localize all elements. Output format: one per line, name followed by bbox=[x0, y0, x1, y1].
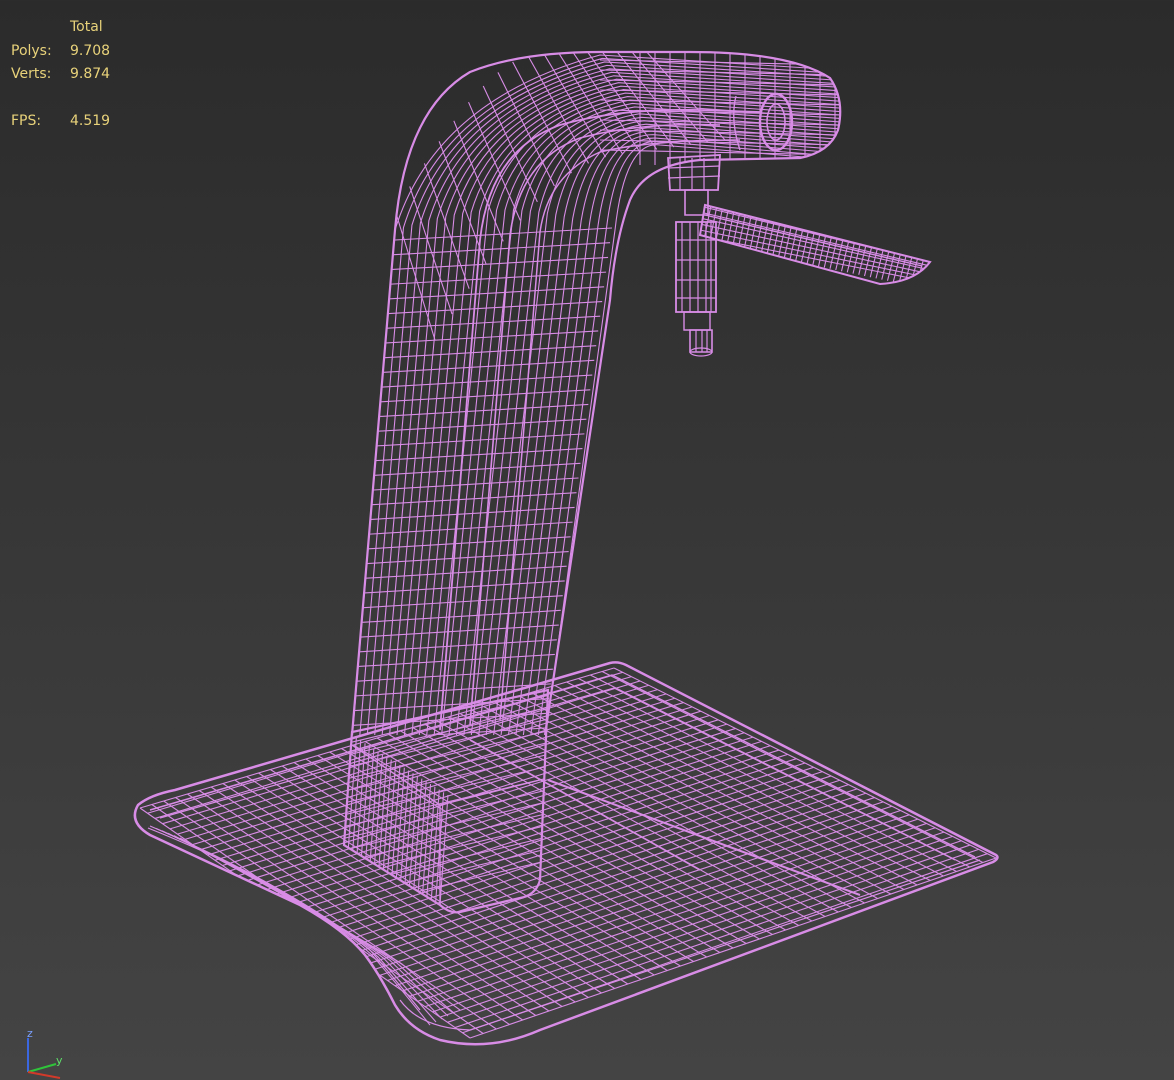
axis-x-line bbox=[27, 1071, 61, 1079]
column-mesh-line bbox=[470, 109, 841, 735]
base-mesh-line bbox=[518, 695, 892, 895]
column-mesh-line bbox=[455, 102, 841, 735]
fps-value: 4.519 bbox=[70, 113, 111, 129]
base-mesh-line bbox=[578, 678, 957, 872]
lever-handle-wireframe bbox=[698, 203, 932, 286]
polys-label: Polys: bbox=[11, 42, 52, 59]
axis-y-label: y bbox=[56, 1054, 63, 1067]
base-mesh-line bbox=[530, 692, 905, 890]
stats-total-header: Total bbox=[70, 19, 103, 35]
base-mesh-line bbox=[507, 699, 878, 899]
column-mesh-line bbox=[499, 123, 841, 735]
base-mesh-line bbox=[566, 681, 944, 877]
column-mesh-line bbox=[423, 163, 470, 289]
column-mesh-line bbox=[537, 140, 841, 735]
polys-value: 9.708 bbox=[70, 42, 111, 59]
column-mesh-line bbox=[388, 71, 841, 735]
lever-mesh-line bbox=[700, 205, 701, 241]
faucet-wireframe-mesh[interactable] bbox=[0, 0, 1174, 1080]
verts-label: Verts: bbox=[11, 66, 52, 82]
axis-tripod-icon: z y bbox=[27, 1027, 63, 1079]
column-mesh-line bbox=[394, 209, 436, 341]
column-mesh-line bbox=[492, 120, 841, 735]
fps-label: FPS: bbox=[11, 113, 42, 129]
base-mesh-line bbox=[495, 702, 865, 904]
base-edge-loop bbox=[173, 835, 455, 1014]
column-mesh-line bbox=[425, 89, 841, 735]
spout-column-wireframe bbox=[350, 50, 842, 736]
column-mesh-line bbox=[477, 113, 841, 735]
column-mesh-line bbox=[482, 85, 538, 203]
column-mesh-line bbox=[403, 78, 841, 735]
valve-cartridge-wireframe bbox=[667, 154, 721, 357]
axis-y-line bbox=[27, 1063, 57, 1073]
verts-value: 9.874 bbox=[70, 66, 111, 82]
column-mesh-line bbox=[366, 61, 841, 735]
viewport-perspective[interactable]: Total Polys: 9.708 Verts: 9.874 FPS: 4.5… bbox=[0, 0, 1174, 1080]
base-plate-wireframe bbox=[133, 661, 999, 1046]
base-mesh-line bbox=[281, 765, 629, 985]
axis-z-label: z bbox=[27, 1027, 33, 1040]
column-mesh-line bbox=[599, 129, 841, 136]
base-mesh-line bbox=[139, 807, 471, 1039]
lever-mesh-line bbox=[700, 235, 930, 283]
column-mesh-line bbox=[409, 186, 453, 315]
column-mesh-line bbox=[468, 101, 521, 221]
